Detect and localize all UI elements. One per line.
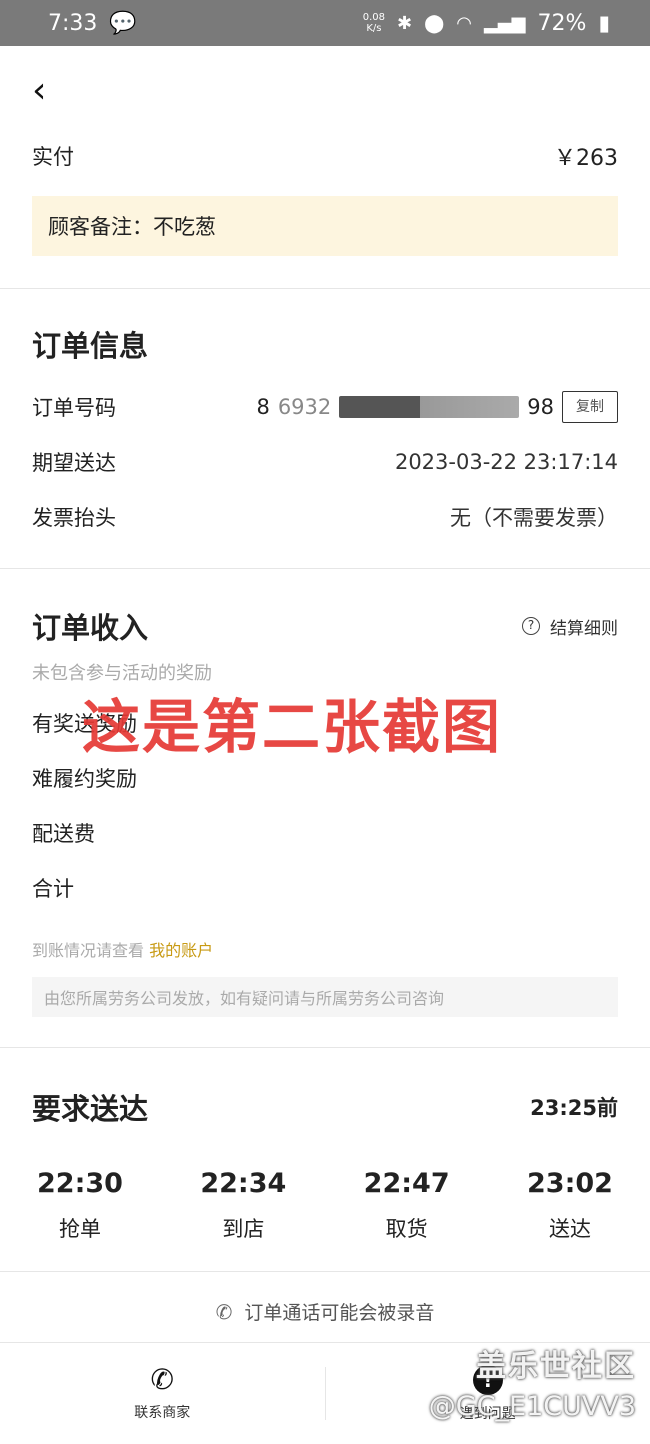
back-arrow-icon[interactable]: ‹: [32, 73, 46, 109]
order-info-section: 订单信息 订单号码 8 6932 98 复制 期望送达 2023-03-22 2…: [0, 288, 650, 568]
invoice-row: 发票抬头 无（不需要发票）: [0, 489, 650, 544]
expected-delivery-row: 期望送达 2023-03-22 23:17:14: [0, 434, 650, 489]
status-time: 7:33: [48, 10, 98, 36]
call-record-text: 订单通话可能会被录音: [244, 1302, 435, 1324]
timeline-step: 22:30 抢单: [30, 1168, 130, 1243]
account-text: 到账情况请查看: [32, 941, 145, 960]
timeline-step: 22:34 到店: [193, 1168, 293, 1243]
settlement-rules-link[interactable]: ? 结算细则: [522, 614, 618, 639]
step-label: 送达: [548, 1217, 591, 1241]
income-title: 订单收入: [32, 611, 149, 645]
help-circle-icon: ?: [522, 617, 540, 635]
income-row-label: 难履约奖励: [32, 766, 137, 791]
income-row-label: 合计: [32, 876, 74, 901]
redaction-mark: [339, 395, 520, 418]
step-label: 到店: [222, 1217, 265, 1241]
income-row-label: 配送费: [32, 821, 95, 846]
timeline-step: 22:47 取货: [357, 1168, 457, 1243]
paid-label: 实付: [32, 145, 74, 169]
watermark-brand: 盖乐世社区: [476, 1349, 636, 1384]
wifi-icon: ◠: [456, 12, 472, 34]
order-info-title: 订单信息: [32, 329, 149, 363]
copy-button[interactable]: 复制: [562, 390, 618, 423]
wechat-icon: 💬: [109, 10, 137, 36]
customer-note: 顾客备注：不吃葱: [32, 196, 618, 256]
income-row: 配送费: [0, 805, 650, 860]
overlay-annotation: 这是第二张截图: [82, 693, 503, 761]
step-label: 抢单: [59, 1217, 101, 1241]
signal-icon: ▂▄▆: [484, 12, 526, 34]
watermark: 盖乐世社区 @GC_E1CUVV3: [429, 1341, 636, 1422]
paid-row: 实付 ￥263: [0, 132, 650, 180]
timeline-step: 23:02 送达: [520, 1168, 620, 1243]
call-record-notice: ✆ 订单通话可能会被录音: [0, 1271, 650, 1351]
contact-merchant-label: 联系商家: [134, 1404, 191, 1421]
location-icon: ⬤: [424, 12, 445, 34]
my-account-link[interactable]: 我的账户: [149, 941, 213, 960]
watermark-user: @GC_E1CUVV3: [428, 1391, 636, 1422]
nav-bar: ‹: [0, 46, 650, 136]
delivery-section: 要求送达 23:25前 22:30 抢单 22:34 到店 22:47 取货 2…: [0, 1047, 650, 1271]
step-time: 22:30: [37, 1168, 123, 1199]
step-label: 取货: [385, 1217, 428, 1241]
step-time: 22:47: [363, 1168, 450, 1199]
invoice-value: 无（不需要发票）: [450, 505, 618, 530]
step-time: 22:34: [200, 1168, 287, 1199]
delivery-title: 要求送达: [32, 1092, 149, 1126]
order-number-suffix: 98: [527, 394, 554, 419]
expected-delivery-value: 2023-03-22 23:17:14: [394, 449, 618, 474]
paid-value: ￥263: [554, 146, 618, 171]
settlement-rules-label: 结算细则: [550, 618, 618, 639]
phone-icon: ✆: [150, 1362, 174, 1396]
delivery-deadline: 23:25前: [530, 1096, 618, 1120]
order-number-prefix: 8: [256, 394, 270, 419]
account-line: 到账情况请查看 我的账户: [0, 915, 650, 961]
net-speed: 0.08 K/s: [363, 12, 385, 34]
expected-delivery-label: 期望送达: [32, 450, 116, 475]
order-number-value: 8 6932 98 复制: [256, 390, 618, 423]
invoice-label: 发票抬头: [32, 505, 116, 530]
income-disclaimer: 由您所属劳务公司发放，如有疑问请与所属劳务公司咨询: [32, 977, 618, 1017]
step-time: 23:02: [527, 1168, 613, 1199]
contact-merchant-button[interactable]: ✆ 联系商家: [0, 1343, 325, 1444]
income-row: 合计: [0, 860, 650, 915]
battery-percent: 72%: [537, 10, 587, 36]
income-section: 订单收入 ? 结算细则 未包含参与活动的奖励 有奖送奖励 难履约奖励 配送费 合…: [0, 568, 650, 1047]
order-number-partial: 6932: [277, 394, 332, 419]
bluetooth-icon: ✱: [397, 12, 413, 34]
order-number-row: 订单号码 8 6932 98 复制: [0, 379, 650, 434]
net-speed-value: 0.08: [362, 12, 386, 23]
order-number-label: 订单号码: [32, 395, 116, 420]
status-bar: 7:33 💬 0.08 K/s ✱ ⬤ ◠ ▂▄▆ 72% ▮: [0, 0, 650, 46]
delivery-timeline: 22:30 抢单 22:34 到店 22:47 取货 23:02 送达: [0, 1128, 650, 1243]
phone-recording-icon: ✆: [215, 1299, 233, 1324]
battery-icon: ▮: [598, 11, 610, 35]
net-speed-unit: K/s: [366, 23, 382, 34]
